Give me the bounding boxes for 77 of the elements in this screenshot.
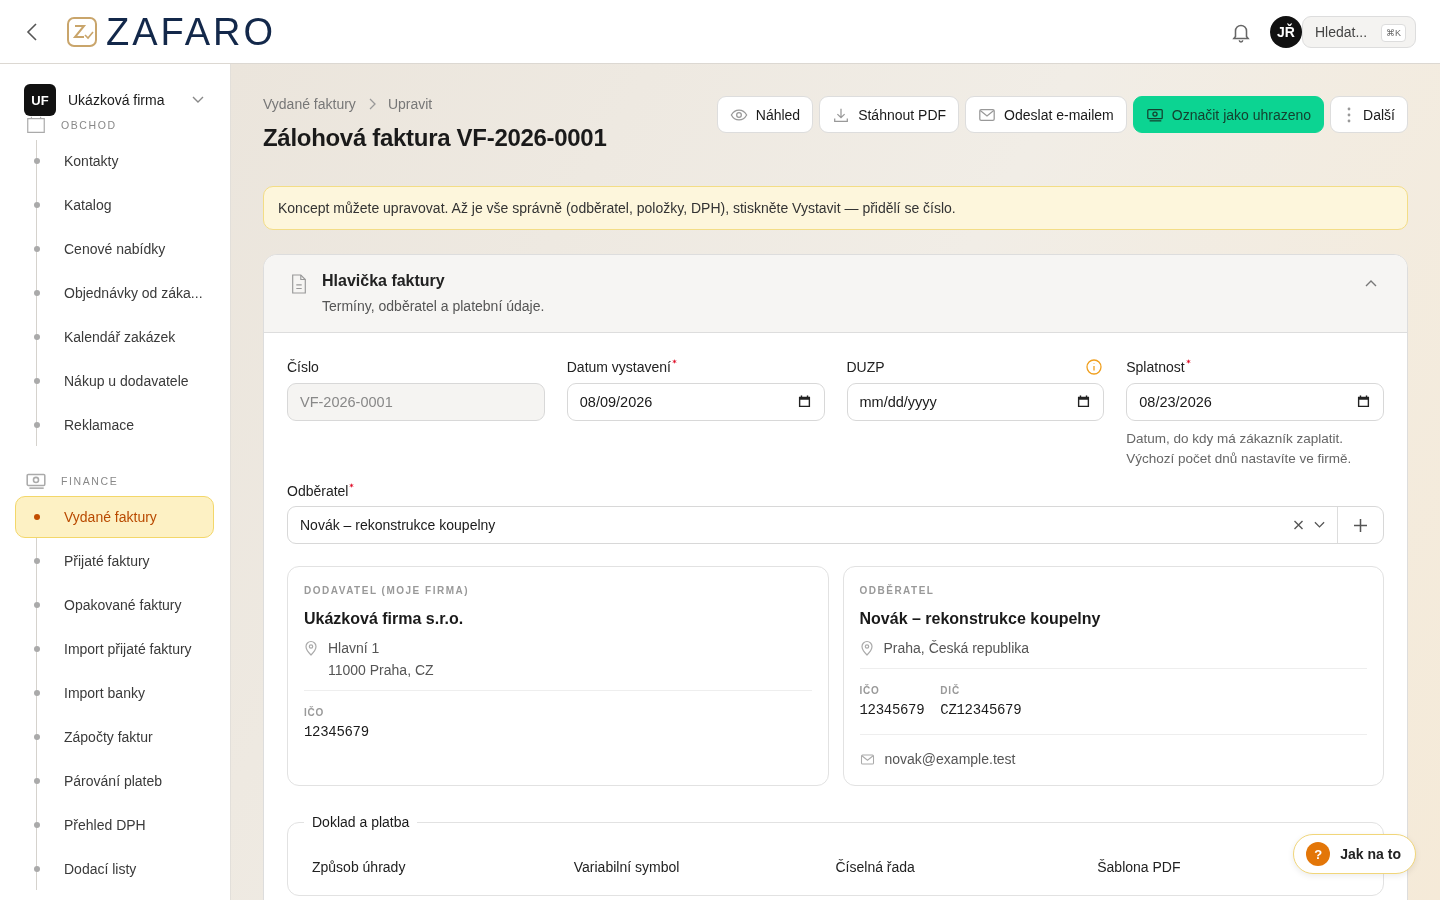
card-heading: DODAVATEL (MOJE FIRMA) <box>304 585 471 596</box>
nav-item[interactable]: Přijaté faktury <box>15 540 214 582</box>
calendar-icon[interactable] <box>1357 395 1370 408</box>
chevron-down-icon[interactable] <box>192 96 204 104</box>
section-title: Hlavička faktury <box>322 272 446 290</box>
action-button[interactable]: Odeslat e-mailem <box>965 96 1127 133</box>
email-text: novak@example.test <box>884 751 1016 767</box>
field-label: Splatnost <box>1126 359 1185 375</box>
page-title: Zálohová faktura VF-2026-0001 <box>263 124 607 152</box>
question-icon: ? <box>1306 842 1331 866</box>
address-line: 11000 Praha, CZ <box>328 662 434 678</box>
mail-icon <box>859 751 875 767</box>
section-subtitle: Termíny, odběratel a platební údaje. <box>322 298 546 314</box>
logo-icon <box>66 15 98 48</box>
date-field[interactable]: 08/23/2026 <box>1126 383 1384 421</box>
nav-item[interactable]: Přehled DPH <box>15 804 214 846</box>
more-icon <box>1347 106 1352 123</box>
logo-text: ZAFARO <box>106 12 277 51</box>
help-button[interactable]: ? Jak na to <box>1293 834 1416 874</box>
section-heading: FINANCE <box>61 475 119 487</box>
calendar-icon[interactable] <box>797 395 811 408</box>
field-label: Způsob úhrady <box>312 859 407 875</box>
nav-item[interactable]: Cenové nabídky <box>15 228 214 270</box>
notice-banner: Koncept můžete upravovat. Až je vše správně (odběratel, položky, DPH), stiskněte Vystavit — přidělí se číslo. <box>263 186 1408 230</box>
chevron-right-icon <box>367 98 376 110</box>
date-field[interactable]: mm/dd/yyyy <box>846 383 1105 421</box>
field-label: Šablona PDF <box>1097 859 1182 875</box>
back-button[interactable] <box>24 21 40 42</box>
id-value: 12345679 <box>859 702 925 718</box>
address-line: Praha, Česká republika <box>883 640 1030 656</box>
nav-item[interactable]: Vydané faktury <box>15 496 214 538</box>
nav-item[interactable]: Katalog <box>15 184 214 226</box>
card-heading: ODBĚRATEL <box>859 585 936 596</box>
id-label: IČO <box>859 685 881 696</box>
calendar-icon[interactable] <box>1077 395 1091 408</box>
party-name: Ukázková firma s.r.o. <box>304 610 465 628</box>
location-pin-icon <box>859 640 874 656</box>
party-name: Novák – rekonstrukce koupelny <box>859 610 1102 628</box>
shopping-bag-icon <box>25 114 47 136</box>
user-avatar[interactable]: JŘ <box>1270 15 1302 48</box>
breadcrumb-link[interactable]: Vydané faktury <box>263 96 356 112</box>
breadcrumb-current: Upravit <box>387 96 433 112</box>
location-pin-icon <box>304 640 318 656</box>
nav-item[interactable]: Opakované faktury <box>15 584 214 626</box>
field-label: DUZP <box>846 359 885 375</box>
nav-item[interactable]: Objednávky od záka... <box>15 272 214 314</box>
action-button[interactable]: Další <box>1330 96 1408 133</box>
field-label: Odběratel <box>287 483 349 499</box>
field-label: Číslo <box>287 359 319 375</box>
address-line: Hlavní 1 <box>328 640 381 656</box>
action-button[interactable]: Označit jako uhrazeno <box>1132 96 1325 133</box>
action-button[interactable]: Stáhnout PDF <box>819 96 960 133</box>
field-label: Číselná řada <box>835 859 916 875</box>
nav-item[interactable]: Reklamace <box>15 404 214 446</box>
company-name[interactable]: Ukázková firma <box>68 92 180 108</box>
field-label: Datum vystavení <box>566 359 671 375</box>
document-icon <box>290 273 308 295</box>
id-value: 12345679 <box>304 724 369 740</box>
nav-item[interactable]: Import přijaté faktury <box>15 628 214 670</box>
company-avatar: UF <box>24 84 56 116</box>
nav-item[interactable]: Párování plateb <box>15 760 214 802</box>
chevron-up-icon[interactable] <box>1365 279 1377 287</box>
id-label: IČO <box>304 707 326 718</box>
id-label: DIČ <box>940 685 961 696</box>
field-hint: Datum, do kdy má zákazník zaplatit. Výchozí počet dnů nastavíte ve firmě. <box>1126 430 1353 468</box>
nav-item[interactable]: Nákup u dodavatele <box>15 360 214 402</box>
id-value: CZ12345679 <box>940 702 1022 718</box>
date-field[interactable]: 08/09/2026 <box>566 383 825 421</box>
nav-item[interactable]: Zápočty faktur <box>15 716 214 758</box>
nav-item[interactable]: Dodací listy <box>15 848 214 890</box>
nav-item[interactable]: Kalendář zakázek <box>15 316 214 358</box>
nav-item[interactable]: Kontakty <box>15 140 214 182</box>
section-heading: OBCHOD <box>61 119 117 131</box>
nav-item[interactable]: Import banky <box>15 672 214 714</box>
field-label: Variabilní symbol <box>573 859 681 875</box>
panel-legend: Doklad a platba <box>304 814 418 830</box>
action-button[interactable]: Náhled <box>716 96 814 133</box>
